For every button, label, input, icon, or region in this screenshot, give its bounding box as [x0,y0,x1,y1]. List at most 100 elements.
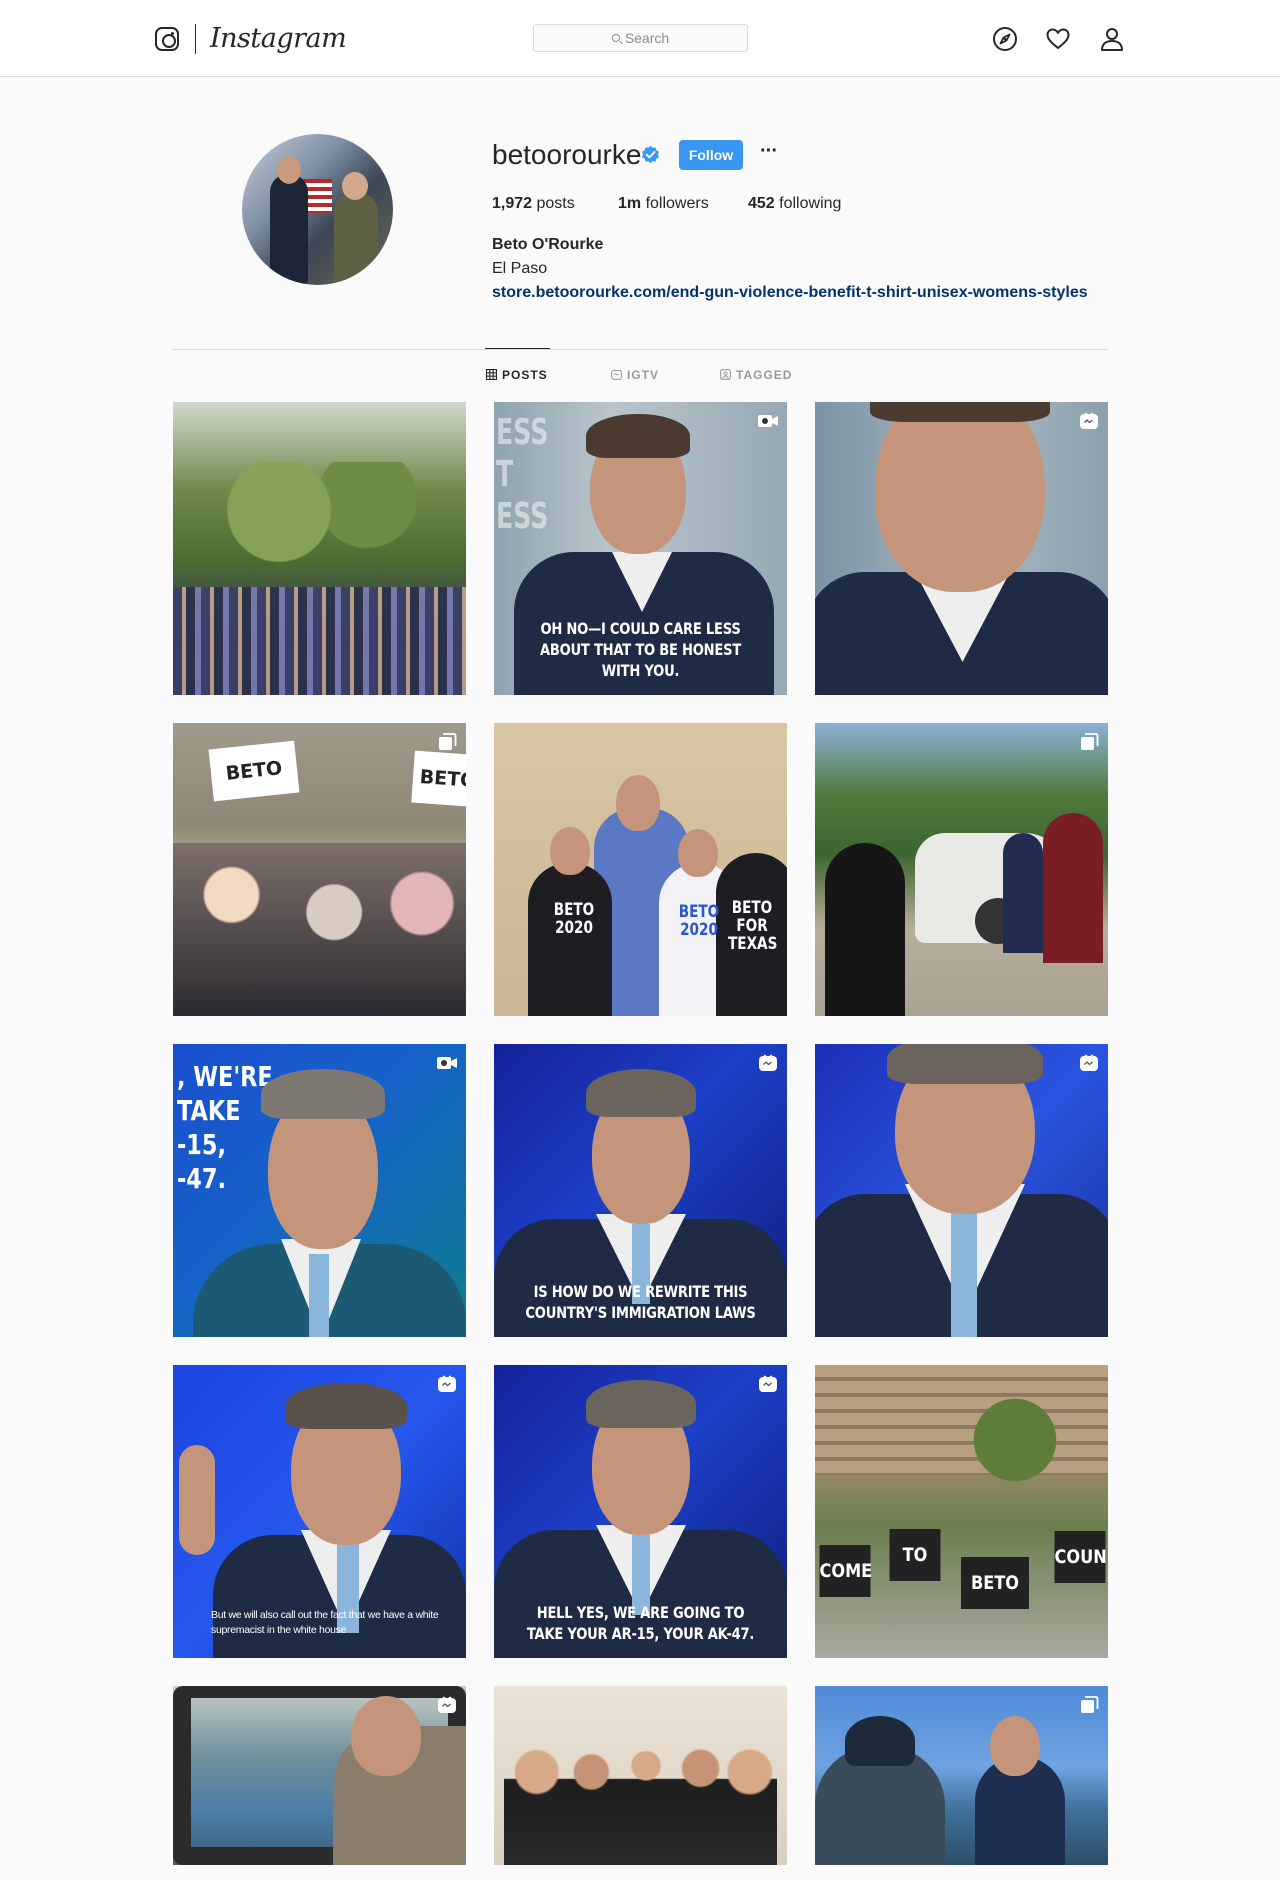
person-hair [870,402,1050,422]
more-options-icon[interactable]: ··· [760,141,778,165]
search-input[interactable]: Search [533,24,748,52]
necktie [309,1254,329,1337]
tab-igtv-label: IGTV [627,368,660,382]
post-caption: OH NO—I COULD CARE LESS ABOUT THAT TO BE… [539,619,742,680]
carousel-icon [1081,733,1099,750]
heart-icon[interactable] [1045,26,1071,52]
profile-username: betoorourke [492,139,642,170]
campaign-sign: BETO [961,1557,1029,1609]
person-hair [261,1069,385,1119]
post-thumbnail[interactable] [173,1686,466,1865]
tree-canopy [213,462,433,582]
active-tab-indicator [485,348,550,349]
igtv-icon [759,1375,777,1392]
instagram-wordmark[interactable]: Instagram [210,20,347,58]
crowd [173,843,466,1016]
tab-igtv[interactable]: IGTV [611,368,659,382]
post-thumbnail[interactable]: But we will also call out the fact that … [173,1365,466,1658]
shirt-print: BETO 2020 [553,900,595,938]
user-profile-icon[interactable] [1099,26,1125,52]
instagram-camera-icon[interactable] [155,27,179,51]
profile-full-name: Beto O'Rourke [492,236,604,253]
person-hair [887,1044,1043,1084]
backdrop-letters: ESS T ESS [496,412,549,537]
post-caption: But we will also call out the fact that … [211,1609,439,1636]
person-face [875,402,1045,592]
tab-tagged[interactable]: TAGGED [720,368,792,382]
shirt-print: BETO FOR TEXAS [728,898,778,954]
igtv-icon [611,369,622,380]
post-thumbnail[interactable]: BETO 2020 BETO 2020 BETO FOR TEXAS [494,723,787,1016]
tab-posts[interactable]: POSTS [486,368,548,382]
top-nav: Instagram Search [0,0,1280,77]
person-shirt [1043,813,1103,963]
search-placeholder: Search [624,30,670,46]
tabs-divider [172,349,1108,350]
igtv-icon [1080,1054,1098,1071]
igtv-icon [438,1696,456,1713]
raised-hand [179,1445,215,1555]
campaign-sign: BETO [208,740,300,802]
necktie [951,1204,977,1337]
followers-count-value: 1m [618,195,642,212]
person-shirt [1003,833,1043,953]
person-shirt [528,863,612,1016]
igtv-icon [1080,412,1098,429]
post-thumbnail[interactable] [815,1686,1108,1865]
campaign-sign: COME [819,1545,872,1597]
carousel-icon [1081,1696,1099,1713]
person-face [616,775,660,831]
post-thumbnail[interactable] [173,402,466,695]
tab-posts-label: POSTS [502,368,548,382]
logo-divider [195,24,196,54]
person-face [550,827,590,875]
post-caption: IS HOW DO WE REWRITE THIS COUNTRY'S IMMI… [525,1282,756,1322]
following-count-value: 452 [748,195,775,212]
person-hair [285,1383,407,1429]
post-thumbnail[interactable]: BETO BETO [173,723,466,1016]
verified-badge-icon [642,145,659,164]
following-link[interactable]: 452 following [748,194,841,214]
tab-tagged-label: TAGGED [736,368,793,382]
crowd [173,587,466,695]
person-face [990,1716,1040,1776]
campaign-sign: COUN [1054,1531,1107,1583]
post-thumbnail[interactable] [815,402,1108,695]
person-face [351,1696,421,1776]
profile-bio: El Paso [492,260,548,277]
post-thumbnail[interactable]: ESS T ESS OH NO—I COULD CARE LESS ABOUT … [494,402,787,695]
compass-icon[interactable] [992,26,1018,52]
post-thumbnail[interactable] [815,1044,1108,1337]
post-caption: HELL YES, WE ARE GOING TO TAKE YOUR AR-1… [526,1603,755,1643]
video-icon [758,415,778,427]
campaign-sign: TO [889,1529,941,1581]
post-thumbnail[interactable] [494,1686,787,1865]
post-thumbnail[interactable]: COME TO BETO COUN [815,1365,1108,1658]
campaign-sign: BETO [411,750,466,808]
tagged-icon [720,369,731,380]
followers-label: followers [645,195,709,212]
post-thumbnail[interactable]: IS HOW DO WE REWRITE THIS COUNTRY'S IMMI… [494,1044,787,1337]
group-photo [504,1741,777,1865]
follow-button[interactable]: Follow [679,140,743,170]
person-hair [586,1069,696,1117]
person-back [825,843,905,1016]
avatar-photo-person [334,192,378,285]
cap [845,1716,915,1766]
grid-icon [486,369,498,381]
posts-count: 1,972 posts [492,194,575,214]
person-hair [586,414,690,458]
person-face [678,829,718,877]
igtv-icon [438,1375,456,1392]
profile-website-link[interactable]: store.betoorourke.com/end-gun-violence-b… [492,283,1088,303]
shirt-print: BETO 2020 [678,902,720,940]
post-thumbnail[interactable] [815,723,1108,1016]
profile-avatar[interactable] [242,134,393,285]
followers-link[interactable]: 1m followers [618,194,709,214]
post-thumbnail[interactable]: , WE'RE TAKE -15, -47. [173,1044,466,1337]
following-label: following [779,195,842,212]
post-thumbnail[interactable]: HELL YES, WE ARE GOING TO TAKE YOUR AR-1… [494,1365,787,1658]
avatar-photo-head [342,172,368,200]
avatar-photo-person [270,174,308,284]
avatar-photo-head [277,156,301,184]
